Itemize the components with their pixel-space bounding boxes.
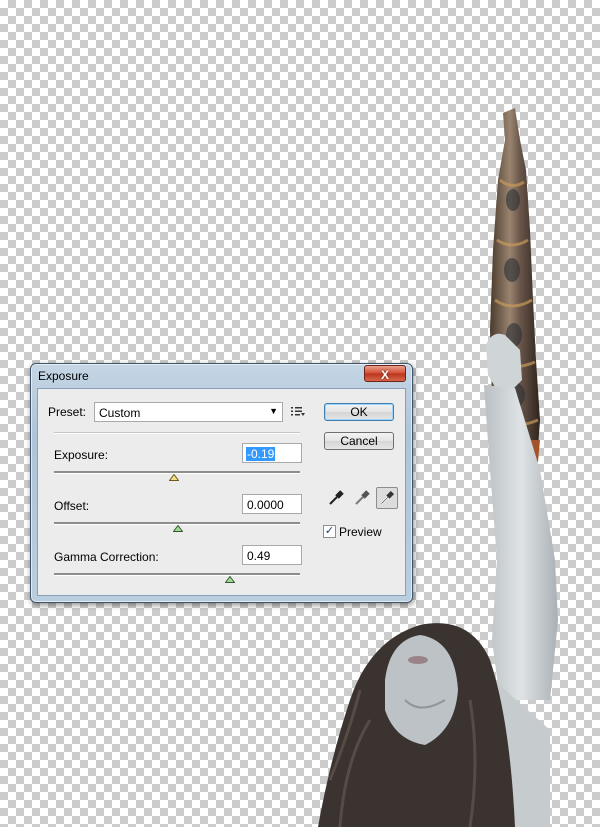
black-eyedropper-icon[interactable] xyxy=(325,487,347,509)
dialog-body: Preset: Custom ▼ Exposure: -0.19 Offset:… xyxy=(37,388,406,596)
gamma-label: Gamma Correction: xyxy=(54,550,159,564)
gamma-input[interactable]: 0.49 xyxy=(242,545,302,565)
title-bar[interactable]: Exposure X xyxy=(31,364,412,388)
preview-label: Preview xyxy=(339,525,382,539)
cancel-button[interactable]: Cancel xyxy=(324,432,394,450)
gray-eyedropper-icon-mid[interactable] xyxy=(351,487,373,509)
chevron-down-icon: ▼ xyxy=(269,406,278,416)
dialog-title: Exposure xyxy=(38,369,89,383)
exposure-slider-thumb[interactable] xyxy=(169,474,179,481)
preset-label: Preset: xyxy=(48,405,87,419)
white-eyedropper-icon xyxy=(380,490,395,505)
ok-button[interactable]: OK xyxy=(324,403,394,421)
offset-input[interactable]: 0.0000 xyxy=(242,494,302,514)
preset-value: Custom xyxy=(99,406,141,420)
close-icon: X xyxy=(380,368,389,382)
exposure-value: -0.19 xyxy=(246,447,276,461)
close-button[interactable]: X xyxy=(364,365,406,382)
exposure-input[interactable]: -0.19 xyxy=(242,443,302,463)
gamma-value: 0.49 xyxy=(247,549,271,563)
preset-select[interactable]: Custom ▼ xyxy=(94,402,283,422)
gamma-slider-track[interactable] xyxy=(54,573,300,576)
arm xyxy=(484,385,558,700)
divider xyxy=(54,432,300,434)
exposure-dialog: Exposure X Preset: Custom ▼ Exposure: -0… xyxy=(30,363,413,603)
offset-label: Offset: xyxy=(54,499,90,513)
preset-menu-icon[interactable] xyxy=(290,403,306,419)
preview-checkbox[interactable]: ✓ xyxy=(323,525,336,538)
offset-slider-thumb[interactable] xyxy=(173,525,183,532)
offset-value: 0.0000 xyxy=(247,498,284,512)
white-eyedropper-button[interactable] xyxy=(376,487,398,509)
gamma-slider-thumb[interactable] xyxy=(225,576,235,583)
exposure-label: Exposure: xyxy=(54,448,109,462)
